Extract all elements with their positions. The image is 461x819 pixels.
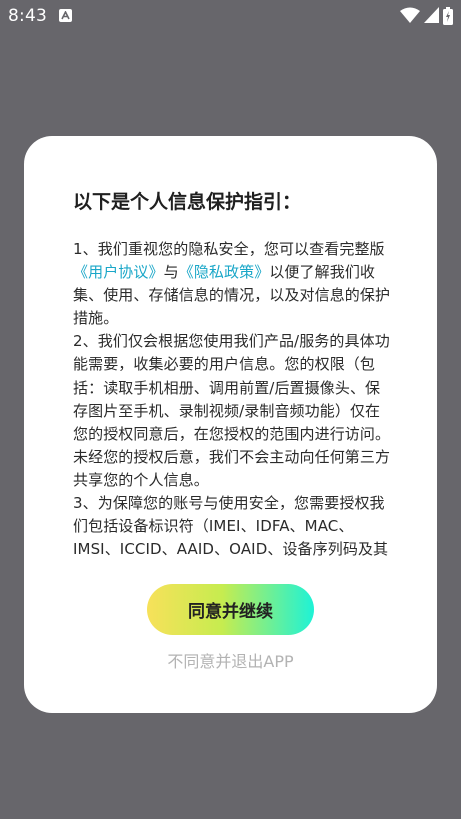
privacy-paragraph-2: 2、我们仅会根据您使用我们产品/服务的具体功能需要，收集必要的用户信息。您的权限… — [73, 332, 391, 489]
status-icons — [396, 7, 453, 25]
status-time: 8:43 — [8, 6, 47, 26]
privacy-paragraph-3: 3、为保障您的账号与使用安全，您需要授权我们包括设备标识符（IMEI、IDFA、… — [73, 494, 389, 556]
paragraph-1-prefix: 1、我们重视您的隐私安全，您可以查看完整版 — [73, 240, 385, 258]
status-bar: 8:43 — [0, 0, 461, 32]
privacy-policy-link[interactable]: 《隐私政策》 — [179, 263, 270, 281]
battery-icon — [443, 7, 453, 25]
signal-icon — [424, 7, 439, 23]
user-agreement-link[interactable]: 《用户协议》 — [73, 263, 164, 281]
paragraph-1-conjunction: 与 — [163, 263, 179, 282]
app-a-icon — [59, 9, 72, 22]
agree-continue-button[interactable]: 同意并继续 — [147, 584, 314, 635]
privacy-text-scroll[interactable]: 1、我们重视您的隐私安全，您可以查看完整版《用户协议》与《隐私政策》以便了解我们… — [73, 238, 395, 556]
privacy-dialog: 以下是个人信息保护指引： 1、我们重视您的隐私安全，您可以查看完整版《用户协议》… — [24, 136, 437, 713]
wifi-icon — [400, 7, 420, 23]
dialog-title: 以下是个人信息保护指引： — [73, 191, 302, 213]
disagree-exit-link[interactable]: 不同意并退出APP — [24, 648, 437, 672]
privacy-paragraph-1: 1、我们重视您的隐私安全，您可以查看完整版《用户协议》与《隐私政策》以便了解我们… — [73, 238, 395, 330]
